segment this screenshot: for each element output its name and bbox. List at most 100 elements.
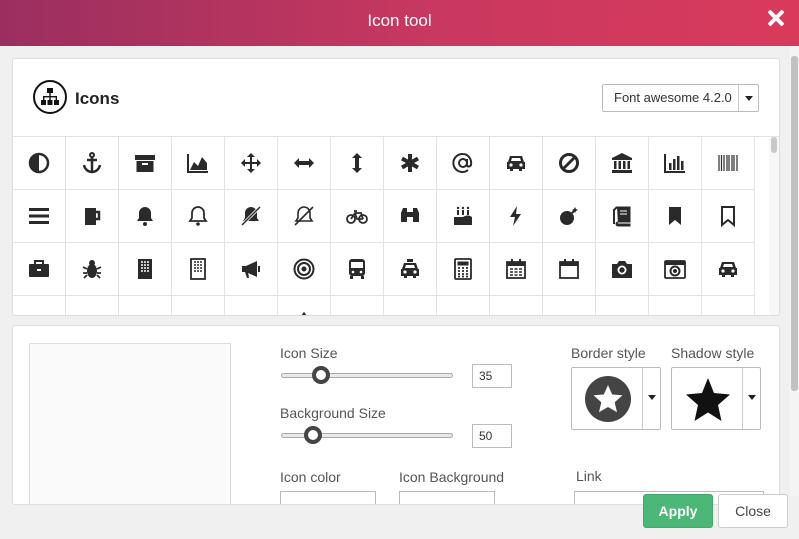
card-icon	[133, 310, 157, 316]
adjust-icon[interactable]	[13, 137, 66, 190]
edit-icon[interactable]	[543, 296, 596, 316]
bank-icon	[612, 153, 632, 173]
link-label: Link	[576, 468, 602, 484]
briefcase-icon[interactable]	[13, 243, 66, 296]
calendar-icon[interactable]	[490, 243, 543, 296]
bell-slash-o-icon[interactable]	[278, 190, 331, 243]
anchor-icon	[82, 152, 102, 174]
book-icon[interactable]	[596, 190, 649, 243]
barcode-icon[interactable]	[702, 137, 755, 190]
arrows-v-icon[interactable]	[331, 137, 384, 190]
bookmark-o-icon[interactable]	[702, 190, 755, 243]
edit-icon	[557, 310, 581, 316]
ban-icon	[559, 153, 579, 173]
border-style-select[interactable]	[571, 367, 661, 430]
icon-grid-scrollbar[interactable]	[769, 137, 779, 315]
sun-icon[interactable]	[596, 296, 649, 315]
close-icon[interactable]	[763, 6, 789, 32]
bell-o-icon[interactable]	[172, 190, 225, 243]
background-size-label: Background Size	[280, 405, 386, 421]
icon-background-picker[interactable]	[399, 491, 495, 504]
icon-grid-row	[13, 190, 755, 243]
archive-icon[interactable]	[119, 137, 172, 190]
bullhorn-icon[interactable]	[225, 243, 278, 296]
automobile-icon[interactable]	[490, 137, 543, 190]
chevron-down-icon[interactable]	[738, 85, 758, 111]
cab-icon[interactable]	[384, 243, 437, 296]
asterisk-icon[interactable]	[384, 137, 437, 190]
at-icon[interactable]	[437, 137, 490, 190]
building-o-icon[interactable]	[172, 243, 225, 296]
camera-icon	[612, 261, 632, 278]
calendar-o-icon	[559, 259, 579, 279]
card-icon[interactable]	[225, 296, 278, 315]
calendar-o-icon[interactable]	[543, 243, 596, 296]
circle-icon[interactable]	[384, 296, 437, 315]
icon-library-select[interactable]: Font awesome 4.2.0	[602, 84, 759, 112]
bell-icon	[137, 207, 153, 226]
scrollbar-thumb[interactable]	[771, 137, 777, 153]
bar-chart-icon[interactable]	[649, 137, 702, 190]
camera-icon[interactable]	[596, 243, 649, 296]
arrows-icon[interactable]	[225, 137, 278, 190]
building-icon[interactable]	[119, 243, 172, 296]
bar-chart-icon	[664, 154, 685, 173]
shadow-style-select[interactable]	[671, 367, 761, 430]
scrollbar-thumb[interactable]	[791, 56, 798, 391]
close-button[interactable]: Close	[718, 494, 788, 528]
cog-icon	[301, 311, 307, 315]
card-icon[interactable]	[119, 296, 172, 316]
binoculars-icon[interactable]	[384, 190, 437, 243]
ban-icon[interactable]	[543, 137, 596, 190]
icon-color-picker[interactable]	[280, 491, 376, 504]
calculator-icon[interactable]	[437, 243, 490, 296]
card-icon[interactable]	[172, 296, 225, 315]
car-icon[interactable]	[702, 243, 755, 296]
calculator-icon	[454, 258, 472, 280]
icon-size-slider[interactable]	[281, 366, 453, 384]
camera-retro-icon[interactable]	[649, 243, 702, 296]
caret-icon[interactable]	[331, 296, 384, 315]
bolt-icon	[510, 206, 521, 226]
bomb-icon[interactable]	[543, 190, 596, 243]
background-size-slider[interactable]	[281, 426, 453, 444]
birthday-cake-icon[interactable]	[437, 190, 490, 243]
star-circle-icon	[585, 376, 631, 422]
card-icon[interactable]	[66, 296, 119, 315]
slider-handle[interactable]	[312, 366, 330, 384]
slider-handle[interactable]	[304, 426, 322, 444]
bell-slash-icon[interactable]	[225, 190, 278, 243]
settings-panel: Icon Size 35 Background Size 50 Icon col…	[12, 325, 780, 505]
circle-icon[interactable]	[649, 296, 702, 315]
circle-o-icon[interactable]	[702, 296, 755, 315]
card-icon[interactable]	[13, 296, 66, 315]
bank-icon[interactable]	[596, 137, 649, 190]
chevron-down-icon[interactable]	[642, 368, 660, 429]
chevron-down-icon[interactable]	[742, 368, 760, 429]
icon-grid-row	[13, 137, 755, 190]
card-icon[interactable]	[490, 296, 543, 315]
apply-button[interactable]: Apply	[643, 494, 713, 528]
bell-icon[interactable]	[119, 190, 172, 243]
bus-icon[interactable]	[331, 243, 384, 296]
anchor-icon[interactable]	[66, 137, 119, 190]
sitemap-icon	[33, 80, 67, 114]
background-size-input[interactable]: 50	[472, 424, 512, 448]
slider-track[interactable]	[281, 373, 453, 378]
arrows-h-icon[interactable]	[278, 137, 331, 190]
bug-icon[interactable]	[66, 243, 119, 296]
bolt-icon[interactable]	[490, 190, 543, 243]
icons-panel-header: Icons Font awesome 4.2.0	[13, 59, 779, 137]
icon-grid-row	[13, 296, 755, 316]
bicycle-icon[interactable]	[331, 190, 384, 243]
area-chart-icon[interactable]	[172, 137, 225, 190]
bars-icon[interactable]	[13, 190, 66, 243]
bookmark-icon[interactable]	[649, 190, 702, 243]
bullseye-icon[interactable]	[278, 243, 331, 296]
icon-size-input[interactable]: 35	[472, 364, 512, 388]
circle-o-icon[interactable]	[437, 296, 490, 315]
cog-icon[interactable]	[278, 296, 331, 315]
dialog-scrollbar[interactable]	[790, 46, 799, 496]
beer-icon[interactable]	[66, 190, 119, 243]
at-icon	[452, 152, 473, 173]
